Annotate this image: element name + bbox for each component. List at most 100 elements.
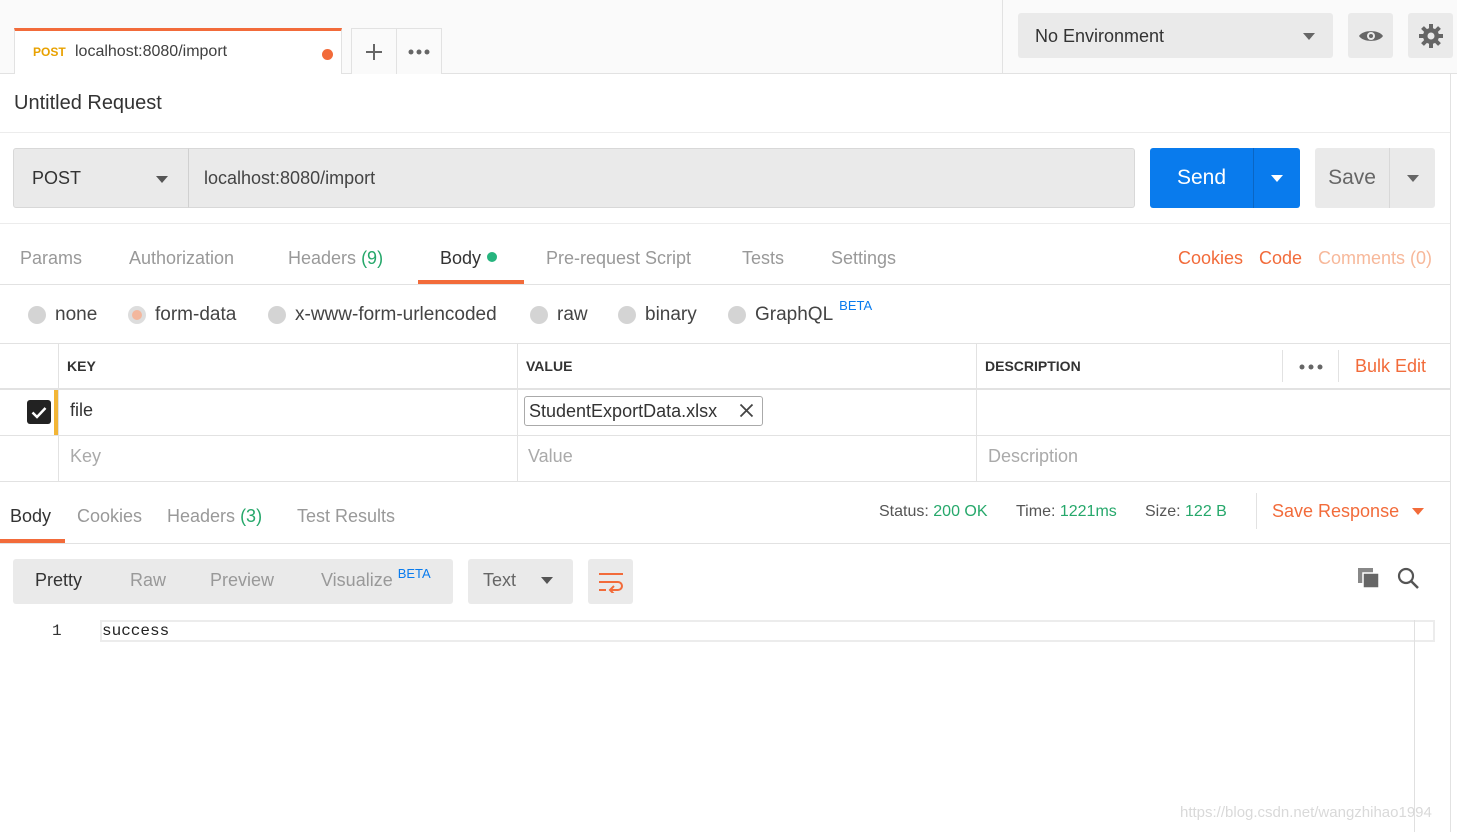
tab-body-label: Body xyxy=(440,248,482,268)
tab-prerequest-script[interactable]: Pre-request Script xyxy=(546,248,691,269)
request-name[interactable]: Untitled Request xyxy=(14,92,162,115)
watermark-text: https://blog.csdn.net/wangzhihao1994 xyxy=(1180,804,1432,821)
chevron-down-icon xyxy=(1271,174,1283,182)
chevron-down-icon xyxy=(1303,33,1315,40)
divider xyxy=(0,435,1450,436)
radio-none-label: none xyxy=(55,304,98,325)
radio-graphql-label: GraphQL xyxy=(755,304,834,325)
radio-graphql[interactable]: GraphQL BETA xyxy=(728,298,872,326)
table-header-row xyxy=(0,344,1450,389)
radio-circle xyxy=(268,306,286,324)
key-input-placeholder[interactable]: Key xyxy=(70,446,101,467)
manage-environments-button[interactable] xyxy=(1408,13,1453,58)
beta-badge: BETA xyxy=(839,297,873,313)
send-options-button[interactable] xyxy=(1253,148,1300,208)
size-label: Size: xyxy=(1145,503,1181,520)
code-link[interactable]: Code xyxy=(1259,248,1302,269)
new-tab-button[interactable] xyxy=(352,29,397,74)
radio-urlencoded-label: x-www-form-urlencoded xyxy=(295,304,497,325)
divider xyxy=(976,344,977,482)
time-label: Time: xyxy=(1016,503,1056,520)
url-input[interactable] xyxy=(188,148,1135,208)
divider xyxy=(0,223,1450,224)
wrap-lines-button[interactable] xyxy=(588,559,633,604)
environment-select[interactable]: No Environment xyxy=(1018,13,1333,58)
active-line-highlight xyxy=(100,620,1435,642)
search-icon[interactable] xyxy=(1397,567,1419,589)
editor-scrollbar-track[interactable] xyxy=(1414,620,1415,832)
close-icon[interactable] xyxy=(739,403,754,418)
divider xyxy=(1450,74,1451,832)
divider xyxy=(517,344,518,482)
divider xyxy=(1256,493,1257,529)
row-enabled-checkbox[interactable] xyxy=(27,400,51,424)
table-options-button[interactable] xyxy=(1299,364,1323,370)
divider xyxy=(1282,350,1283,382)
radio-circle xyxy=(728,306,746,324)
cookies-link[interactable]: Cookies xyxy=(1178,248,1243,269)
response-tab-test-results[interactable]: Test Results xyxy=(297,506,395,527)
divider xyxy=(0,543,1450,544)
environment-select-label: No Environment xyxy=(1035,26,1165,46)
active-dot-icon xyxy=(487,252,498,262)
tab-authorization[interactable]: Authorization xyxy=(129,248,234,269)
response-tab-headers-label: Headers xyxy=(167,506,236,526)
response-tab-cookies[interactable]: Cookies xyxy=(77,506,142,527)
environment-quick-look-button[interactable] xyxy=(1348,13,1393,58)
chevron-down-icon xyxy=(1412,508,1425,515)
view-preview-button[interactable]: Preview xyxy=(210,570,274,591)
tab-tests[interactable]: Tests xyxy=(742,248,784,269)
time-meta: Time: 1221ms xyxy=(1016,503,1117,521)
size-meta: Size: 122 B xyxy=(1145,503,1227,521)
beta-badge: BETA xyxy=(397,566,431,581)
tab-body[interactable]: Body xyxy=(440,248,498,269)
divider xyxy=(0,132,1450,133)
radio-form-data-label: form-data xyxy=(155,304,237,325)
method-select[interactable]: POST xyxy=(13,148,189,208)
request-tab-title: localhost:8080/import xyxy=(75,43,228,60)
wrap-lines-icon xyxy=(598,572,623,593)
send-button[interactable]: Send xyxy=(1150,148,1253,208)
value-input-placeholder[interactable]: Value xyxy=(528,446,573,467)
view-visualize-button[interactable]: Visualize BETA xyxy=(321,566,431,591)
radio-binary[interactable]: binary xyxy=(618,304,697,326)
tab-params[interactable]: Params xyxy=(20,248,82,269)
view-raw-button[interactable]: Raw xyxy=(130,570,166,591)
radio-urlencoded[interactable]: x-www-form-urlencoded xyxy=(268,304,497,326)
chevron-down-icon xyxy=(541,577,553,584)
radio-circle xyxy=(530,306,548,324)
radio-raw[interactable]: raw xyxy=(530,304,588,326)
tab-headers[interactable]: Headers (9) xyxy=(288,248,383,269)
line-number: 1 xyxy=(52,622,62,640)
view-pretty-button[interactable]: Pretty xyxy=(35,570,82,591)
response-tab-body[interactable]: Body xyxy=(10,506,51,527)
description-input-placeholder[interactable]: Description xyxy=(988,446,1078,467)
response-tab-headers[interactable]: Headers (3) xyxy=(167,506,262,527)
comments-link[interactable]: Comments (0) xyxy=(1318,248,1432,269)
status-meta: Status: 200 OK xyxy=(879,503,988,521)
save-button[interactable]: Save xyxy=(1315,148,1389,208)
divider xyxy=(58,344,59,482)
tab-headers-count: (9) xyxy=(361,248,384,268)
response-editor[interactable] xyxy=(0,618,1436,832)
save-options-button[interactable] xyxy=(1389,148,1435,208)
row-focus-marker xyxy=(54,390,58,435)
status-value: 200 OK xyxy=(933,503,988,520)
radio-form-data[interactable]: form-data xyxy=(128,304,236,326)
radio-circle-selected xyxy=(128,306,146,324)
tab-actions xyxy=(351,28,442,74)
more-horizontal-icon xyxy=(1299,364,1323,370)
form-data-table: KEY VALUE DESCRIPTION Bulk Edit file Stu… xyxy=(0,344,1450,482)
divider xyxy=(1002,0,1003,74)
tab-settings[interactable]: Settings xyxy=(831,248,896,269)
request-tab[interactable]: POST localhost:8080/import xyxy=(14,28,342,74)
divider xyxy=(0,284,1450,285)
bulk-edit-link[interactable]: Bulk Edit xyxy=(1355,356,1426,377)
tab-options-button[interactable] xyxy=(397,29,442,74)
format-select[interactable]: Text xyxy=(468,559,573,604)
radio-none[interactable]: none xyxy=(28,304,97,326)
save-response-button[interactable]: Save Response xyxy=(1272,501,1425,522)
key-cell[interactable]: file xyxy=(70,400,93,421)
copy-icon[interactable] xyxy=(1357,567,1381,589)
radio-circle xyxy=(618,306,636,324)
